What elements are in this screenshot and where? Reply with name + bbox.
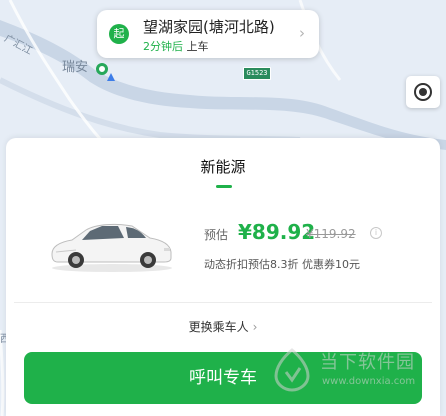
- pickup-eta: 2分钟后 上车: [143, 38, 209, 54]
- watermark: 当下软件园 www.downxia.com: [270, 346, 430, 402]
- price-label: 预估: [204, 228, 229, 242]
- pickup-location-title: 望湖家园(塘河北路): [143, 18, 275, 36]
- tab-new-energy[interactable]: 新能源: [6, 156, 440, 177]
- chevron-right-icon: ›: [299, 24, 305, 42]
- change-rider-link[interactable]: 更换乘车人 ›: [6, 318, 440, 335]
- pickup-bubble[interactable]: 起 望湖家园(塘河北路) 2分钟后 上车 ›: [97, 10, 319, 58]
- tab-active-indicator: [216, 185, 232, 188]
- direction-arrow-icon: [107, 73, 115, 81]
- discount-text: 动态折扣预估8.3折 优惠券10元: [204, 258, 360, 271]
- area-label: 瑞安: [62, 60, 89, 75]
- car-image-icon: [51, 223, 172, 272]
- road-sign: G1523: [243, 67, 271, 80]
- pickup-badge: 起: [109, 24, 129, 44]
- pickup-action: 上车: [186, 40, 209, 53]
- estimated-price: ¥89.92: [238, 220, 316, 244]
- locate-me-button[interactable]: [406, 76, 440, 108]
- divider: [14, 302, 432, 303]
- locate-core-icon: [419, 88, 427, 96]
- watermark-text: 当下软件园: [320, 352, 415, 373]
- original-price: ¥119.92: [306, 227, 356, 241]
- info-icon[interactable]: i: [370, 227, 382, 239]
- chevron-right-icon: ›: [252, 320, 258, 334]
- watermark-url: www.downxia.com: [322, 376, 416, 387]
- change-rider-label: 更换乘车人: [188, 320, 249, 334]
- pickup-eta-time: 2分钟后: [143, 40, 183, 53]
- watermark-logo-icon: [274, 348, 310, 392]
